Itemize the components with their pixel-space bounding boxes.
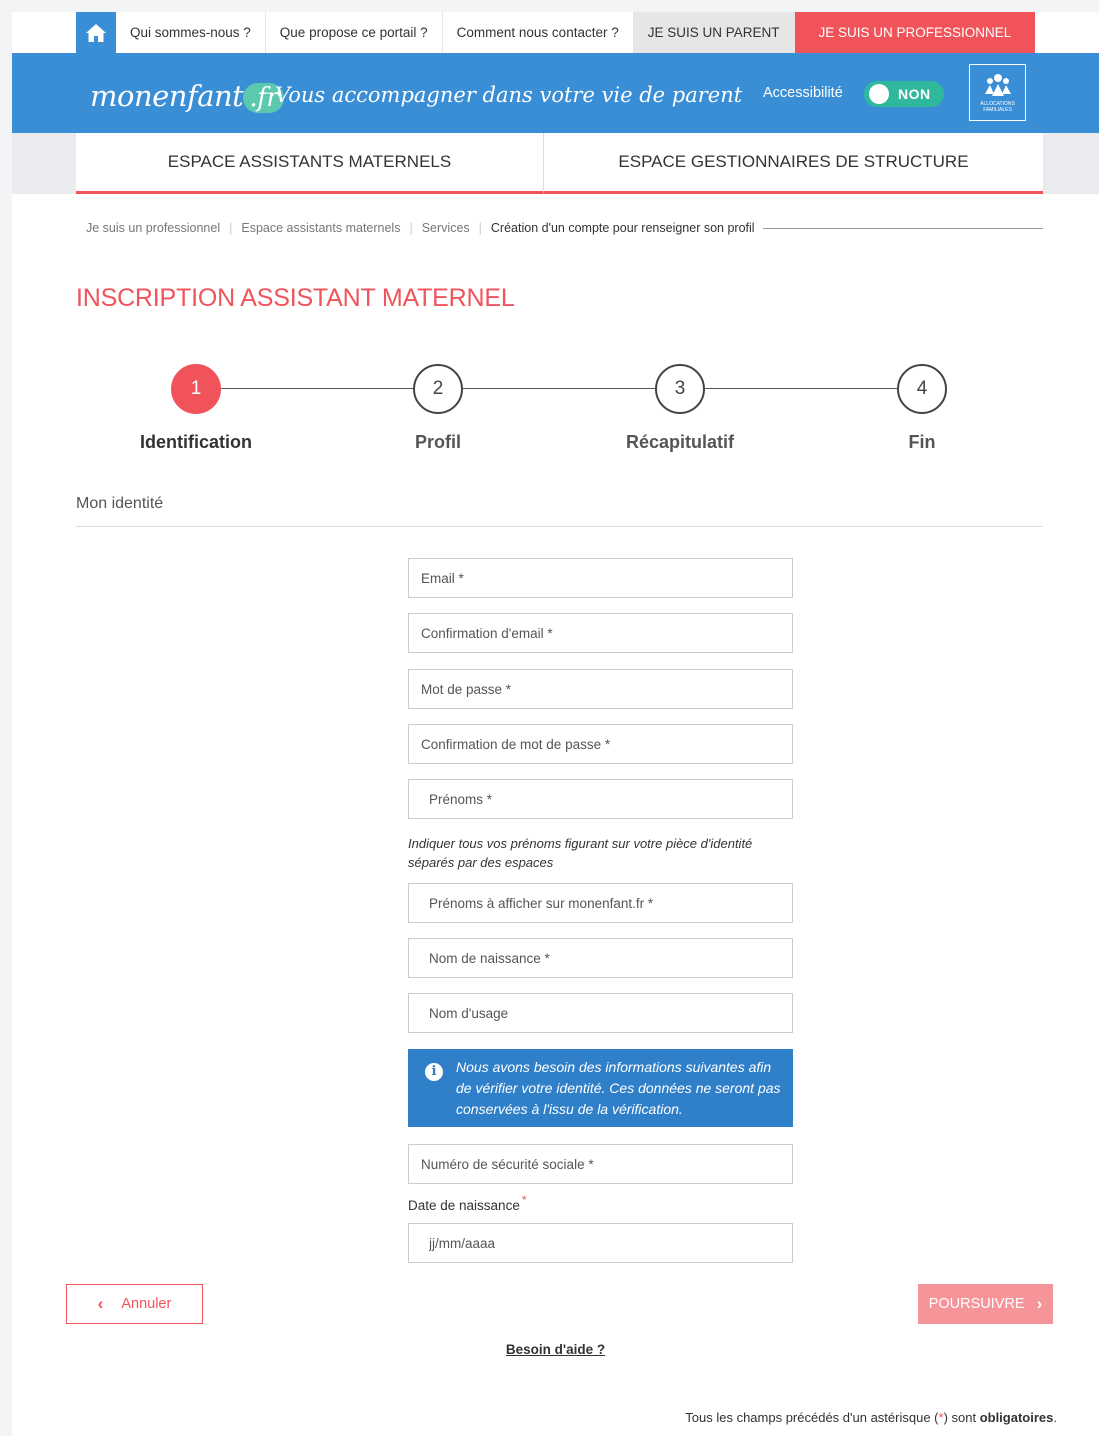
caf-text: ALLOCATIONS FAMILIALES (980, 101, 1015, 113)
site-logo[interactable]: monenfant .fr (90, 79, 285, 113)
section-divider (76, 526, 1043, 527)
space-tabs: ESPACE ASSISTANTS MATERNELS ESPACE GESTI… (12, 133, 1099, 194)
usage-name-field[interactable] (408, 993, 793, 1033)
section-title: Mon identité (76, 495, 164, 512)
breadcrumb-separator: | (409, 221, 413, 235)
step-2-circle: 2 (413, 364, 463, 414)
step-3-label: Récapitulatif (625, 432, 735, 452)
firstnames-hint: Indiquer tous vos prénoms figurant sur v… (408, 836, 753, 870)
chevron-left-icon: ‹ (97, 1294, 104, 1313)
nav-professional[interactable]: JE SUIS UN PROFESSIONNEL (794, 12, 1036, 53)
step-3-circle: 3 (655, 364, 705, 414)
password-confirm-field[interactable] (408, 724, 793, 764)
tab-gestionnaires[interactable]: ESPACE GESTIONNAIRES DE STRUCTURE (544, 133, 1043, 194)
info-notice: i Nous avons besoin des informations sui… (408, 1049, 793, 1127)
breadcrumb-item[interactable]: Services (422, 221, 470, 235)
page-title: INSCRIPTION ASSISTANT MATERNEL (76, 284, 515, 312)
help-link[interactable]: Besoin d'aide ? (506, 1342, 605, 1357)
birthdate-field[interactable] (408, 1223, 793, 1263)
cancel-button[interactable]: ‹ Annuler (66, 1284, 203, 1324)
page: Qui sommes-nous ? Que propose ce portail… (12, 12, 1099, 1436)
display-firstnames-field[interactable] (408, 883, 793, 923)
step-connector (463, 388, 656, 389)
info-icon: i (425, 1063, 443, 1081)
birthdate-label: Date de naissance * (408, 1193, 527, 1213)
required-footnote: Tous les champs précédés d'un astérisque… (685, 1410, 1057, 1425)
nav-about[interactable]: Qui sommes-nous ? (116, 12, 266, 53)
nav-parent[interactable]: JE SUIS UN PARENT (633, 12, 795, 53)
family-emblem-icon (984, 74, 1011, 96)
breadcrumb-separator: | (229, 221, 233, 235)
tagline: Vous accompagner dans votre vie de paren… (275, 83, 743, 107)
password-field[interactable] (408, 669, 793, 709)
help-container: Besoin d'aide ? (12, 1341, 1099, 1357)
step-connector (705, 388, 898, 389)
step-1-label: Identification (140, 432, 252, 452)
caf-logo[interactable]: ALLOCATIONS FAMILIALES (969, 64, 1026, 121)
breadcrumb-current: Création d'un compte pour renseigner son… (490, 221, 755, 235)
continue-button[interactable]: POURSUIVRE › (918, 1284, 1053, 1324)
toggle-value: NON (898, 86, 931, 102)
accessibility-toggle[interactable]: NON (864, 81, 944, 107)
email-field[interactable] (408, 558, 793, 598)
step-1-circle: 1 (171, 364, 221, 414)
info-text: Nous avons besoin des informations suiva… (456, 1059, 781, 1117)
birth-name-field[interactable] (408, 938, 793, 978)
breadcrumb-item[interactable]: Je suis un professionnel (86, 221, 220, 235)
step-2-label: Profil (414, 432, 461, 452)
breadcrumb-rule (762, 227, 1043, 229)
ssn-field[interactable] (408, 1144, 793, 1184)
home-icon (86, 23, 106, 42)
breadcrumb-separator: | (478, 221, 482, 235)
home-button[interactable] (76, 12, 116, 53)
nav-contact[interactable]: Comment nous contacter ? (442, 12, 634, 53)
progress-stepper: 1 2 3 4 Identification Profil Récapitula… (12, 364, 1099, 464)
step-4-circle: 4 (897, 364, 947, 414)
step-4-label: Fin (908, 432, 936, 452)
required-marker: * (521, 1193, 527, 1207)
accessibility-label: Accessibilité (763, 85, 843, 101)
header-banner: monenfant .fr Vous accompagner dans votre… (12, 53, 1099, 133)
firstnames-field[interactable] (408, 779, 793, 819)
tab-assistants-maternels[interactable]: ESPACE ASSISTANTS MATERNELS (76, 133, 544, 194)
email-confirm-field[interactable] (408, 613, 793, 653)
toggle-knob (869, 84, 889, 104)
top-nav: Qui sommes-nous ? Que propose ce portail… (76, 12, 1036, 53)
nav-portal[interactable]: Que propose ce portail ? (265, 12, 443, 53)
chevron-right-icon: › (1036, 1294, 1043, 1313)
breadcrumb: Je suis un professionnel | Espace assist… (86, 221, 1043, 235)
step-connector (221, 388, 414, 389)
breadcrumb-item[interactable]: Espace assistants maternels (241, 221, 400, 235)
